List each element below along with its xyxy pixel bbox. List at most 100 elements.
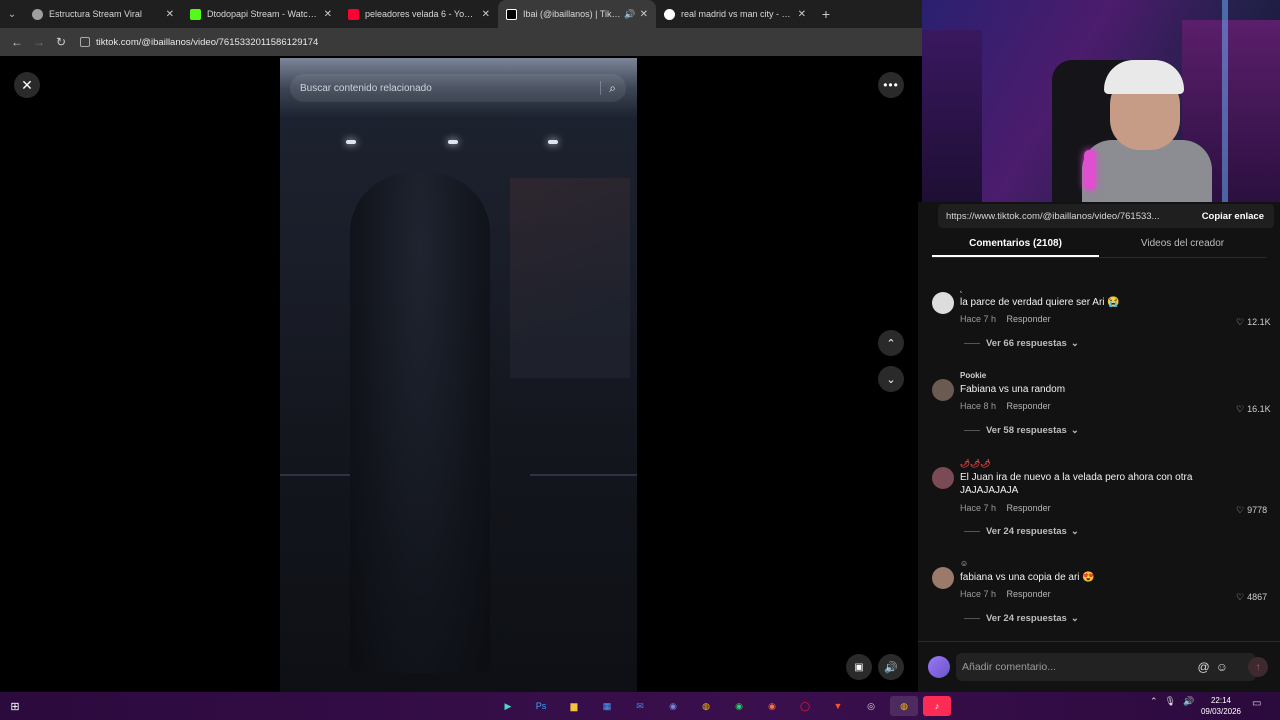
comment-time: Hace 7 h [960, 589, 997, 599]
close-tab-icon[interactable]: ✕ [166, 9, 174, 20]
mail-icon[interactable]: ✉ [626, 696, 654, 716]
like-button[interactable]: ♡ 4867 [1236, 592, 1267, 603]
chevron-down-icon: ⌄ [1070, 526, 1079, 537]
clock-time: 22:14 [1210, 696, 1232, 705]
view-replies-button[interactable]: Ver 24 respuestas ⌄ [964, 613, 1079, 624]
comment-text: fabiana vs una copia de ari 😍 [960, 572, 1095, 583]
spotify-icon[interactable]: ◉ [725, 696, 753, 716]
reply-button[interactable]: Responder [1007, 401, 1051, 411]
tab-youtube[interactable]: peleadores velada 6 - YouTube ✕ [340, 0, 498, 28]
avatar[interactable] [932, 567, 954, 589]
obs-icon[interactable]: ◎ [857, 696, 885, 716]
volume-icon[interactable]: 🔊 [878, 654, 904, 680]
youtube-icon [348, 8, 359, 20]
tab-label: peleadores velada 6 - YouTube [365, 9, 478, 19]
comment-time: Hace 7 h [960, 503, 997, 513]
picture-in-picture-icon[interactable]: ▣ [846, 654, 872, 680]
discord-icon[interactable]: ◉ [659, 696, 687, 716]
comment-username[interactable]: ☺ [960, 559, 968, 568]
site-info-icon[interactable] [80, 37, 90, 47]
windows-start-icon[interactable]: ⊞ [0, 700, 30, 713]
close-icon[interactable]: ✕ [14, 72, 40, 98]
like-button[interactable]: ♡ 16.1K [1236, 404, 1271, 415]
divider [600, 81, 602, 95]
store-icon[interactable]: ▦ [593, 696, 621, 716]
tab-creator-videos[interactable]: Videos del creador [1099, 232, 1266, 257]
avatar[interactable] [932, 379, 954, 401]
opera-icon[interactable]: ◯ [791, 696, 819, 716]
comment-input[interactable]: Añadir comentario... @ ☺ [956, 653, 1256, 681]
wall-poster [510, 178, 630, 378]
url-field[interactable]: tiktok.com/@ibaillanos/video/76153320115… [80, 31, 922, 53]
close-tab-icon[interactable]: ✕ [640, 9, 648, 20]
tab-comments[interactable]: Comentarios (2108) [932, 232, 1099, 257]
like-button[interactable]: ♡ 9778 [1236, 505, 1267, 516]
close-tab-icon[interactable]: ✕ [482, 9, 490, 20]
chevron-up-icon[interactable]: ⌃ [1150, 696, 1158, 707]
share-link-row: https://www.tiktok.com/@ibaillanos/video… [938, 204, 1274, 228]
notification-icon[interactable]: ▭ [1252, 698, 1261, 709]
comment-username[interactable]: ˛ [960, 284, 963, 293]
photoshop-icon[interactable]: Ps [527, 696, 555, 716]
related-search-input[interactable]: Buscar contenido relacionado ⌕ [290, 74, 626, 102]
comment-meta: Hace 7 h Responder [960, 503, 1051, 513]
mention-icon[interactable]: @ [1198, 660, 1210, 674]
search-placeholder: Buscar contenido relacionado [300, 82, 432, 94]
new-tab-button[interactable]: + [814, 6, 838, 22]
avatar[interactable] [932, 292, 954, 314]
neon-light [1222, 0, 1228, 202]
avatar[interactable] [932, 467, 954, 489]
search-icon[interactable]: ⌕ [609, 81, 616, 96]
speaker-icon[interactable]: 🔊 [624, 9, 635, 20]
screen: ⌄ Estructura Stream Viral ✕ Dtodopapi St… [0, 0, 1280, 720]
close-tab-icon[interactable]: ✕ [324, 9, 332, 20]
speaker-icon[interactable]: 🔊 [1183, 696, 1194, 707]
brave-icon[interactable]: ▼ [824, 696, 852, 716]
forward-icon[interactable]: → [28, 35, 50, 49]
tab-kick[interactable]: Dtodopapi Stream - Watch Live ✕ [182, 0, 340, 28]
tab-google[interactable]: real madrid vs man city - Busca ✕ [656, 0, 814, 28]
next-video-icon[interactable]: ⌄ [878, 366, 904, 392]
tiktok-app-icon[interactable]: ♪ [923, 696, 951, 716]
firefox-icon[interactable]: ◉ [758, 696, 786, 716]
reply-button[interactable]: Responder [1007, 589, 1051, 599]
comment-username[interactable]: 🌶🌶🌶 [960, 459, 990, 468]
more-options-icon[interactable]: ••• [878, 72, 904, 98]
ceiling-lamp [548, 140, 558, 144]
terminal-icon[interactable]: ▶ [494, 696, 522, 716]
emoji-icon[interactable]: ☺ [1216, 660, 1228, 674]
tab-search-icon[interactable]: ⌄ [0, 0, 24, 28]
close-tab-icon[interactable]: ✕ [798, 9, 806, 20]
file-explorer-icon[interactable]: ▆ [560, 696, 588, 716]
reply-button[interactable]: Responder [1007, 314, 1051, 324]
video-viewer: Buscar contenido relacionado ⌕ ✕ ••• ⌃ ⌄… [0, 56, 918, 692]
comments-panel: https://www.tiktok.com/@ibaillanos/video… [918, 202, 1280, 692]
clock[interactable]: 22:14 09/03/2026 [1198, 695, 1244, 717]
copy-link-button[interactable]: Copiar enlace [1192, 211, 1274, 222]
chevron-down-icon: ⌄ [1070, 613, 1079, 624]
back-icon[interactable]: ← [6, 35, 28, 49]
view-replies-button[interactable]: Ver 24 respuestas ⌄ [964, 526, 1079, 537]
divider [964, 430, 980, 431]
microphone-icon[interactable]: 🎙 [1165, 696, 1176, 707]
view-replies-label: Ver 66 respuestas [986, 338, 1067, 349]
video-player[interactable] [280, 58, 637, 692]
chrome-icon[interactable]: ◍ [692, 696, 720, 716]
reply-button[interactable]: Responder [1007, 503, 1051, 513]
send-icon[interactable]: ↑ [1248, 657, 1268, 677]
like-button[interactable]: ♡ 12.1K [1236, 317, 1271, 328]
kick-icon [190, 8, 201, 20]
tiktok-icon [506, 8, 517, 20]
view-replies-button[interactable]: Ver 66 respuestas ⌄ [964, 338, 1079, 349]
view-replies-button[interactable]: Ver 58 respuestas ⌄ [964, 425, 1079, 436]
previous-video-icon[interactable]: ⌃ [878, 330, 904, 356]
heart-icon: ♡ [1236, 404, 1245, 414]
comment-username[interactable]: Pookie [960, 371, 986, 380]
share-link-text[interactable]: https://www.tiktok.com/@ibaillanos/video… [938, 211, 1192, 222]
reload-icon[interactable]: ↻ [50, 35, 72, 49]
tab-estructura[interactable]: Estructura Stream Viral ✕ [24, 0, 182, 28]
microphone [1084, 150, 1096, 190]
comment-composer: Añadir comentario... @ ☺ ↑ [918, 641, 1280, 692]
chrome-active-icon[interactable]: ◍ [890, 696, 918, 716]
tab-tiktok[interactable]: Ibai (@ibaillanos) | TikTok 🔊 ✕ [498, 0, 656, 28]
